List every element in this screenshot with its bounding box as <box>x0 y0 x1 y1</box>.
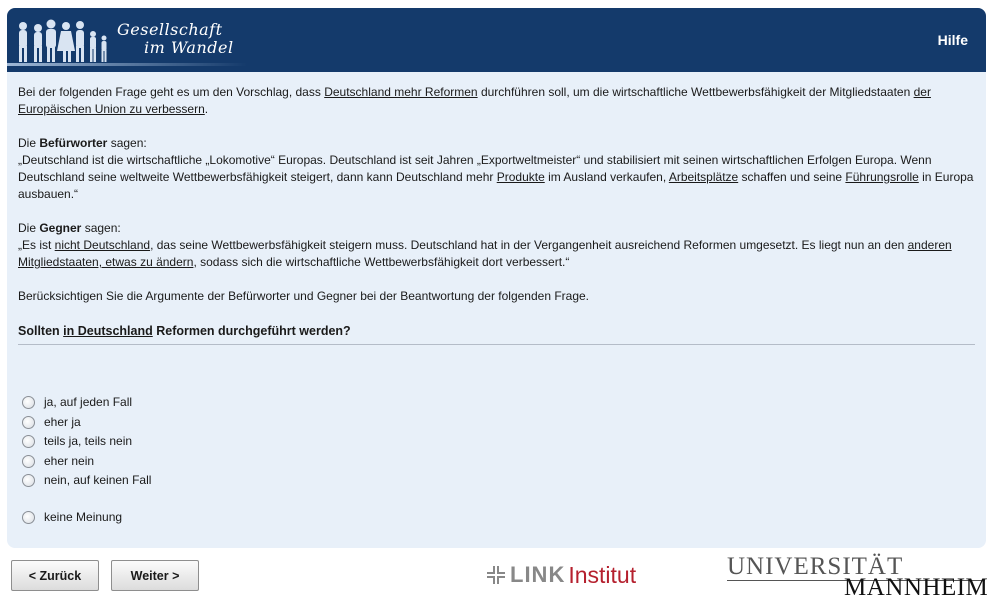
back-button[interactable]: < Zurück <box>11 560 99 591</box>
header-bar: Gesellschaft im Wandel Hilfe <box>7 8 986 72</box>
option-ja-auf-jeden-fall[interactable]: ja, auf jeden Fall <box>22 395 132 409</box>
survey-text: Bei der folgenden Frage geht es um den V… <box>18 84 976 305</box>
option-label: keine Meinung <box>44 510 123 524</box>
option-keine-meinung[interactable]: keine Meinung <box>22 510 122 524</box>
link-logo-bold: LINK <box>510 562 566 587</box>
uni-logo-line2: MANNHEIM <box>844 574 989 601</box>
question-divider <box>18 344 975 345</box>
help-link[interactable]: Hilfe <box>938 32 968 48</box>
contra-paragraph: „Es ist nicht Deutschland, das seine Wet… <box>18 238 952 269</box>
option-label: teils ja, teils nein <box>44 434 133 448</box>
logo-underline <box>7 63 247 66</box>
pro-paragraph: „Deutschland ist die wirtschaftliche „Lo… <box>18 153 974 201</box>
radio-button[interactable] <box>22 395 35 409</box>
contra-heading: Die Gegner sagen: <box>18 221 121 235</box>
radio-button[interactable] <box>22 454 35 468</box>
link-logo-institut: Institut <box>568 561 637 588</box>
option-label: nein, auf keinen Fall <box>44 473 152 487</box>
radio-button[interactable] <box>22 434 35 448</box>
link-cross-icon <box>487 566 505 584</box>
radio-button[interactable] <box>22 415 35 429</box>
instruction-text: Berücksichtigen Sie die Argumente der Be… <box>18 289 590 303</box>
gesellschaft-im-wandel-logo: Gesellschaft im Wandel <box>7 8 247 72</box>
intro-paragraph: Bei der folgenden Frage geht es um den V… <box>18 85 931 116</box>
option-eher-ja[interactable]: eher ja <box>22 415 81 429</box>
logo-title-line2: im Wandel <box>144 38 234 57</box>
option-label: ja, auf jeden Fall <box>44 395 133 409</box>
pro-heading: Die Befürworter sagen: <box>18 136 147 150</box>
option-eher-nein[interactable]: eher nein <box>22 454 94 468</box>
survey-frame: Gesellschaft im Wandel Hilfe Bei der fol… <box>7 8 986 548</box>
link-institut-logo: LINK Institut <box>486 561 637 588</box>
option-teils-ja-teils-nein[interactable]: teils ja, teils nein <box>22 434 132 448</box>
radio-button[interactable] <box>22 510 35 524</box>
question-text: Sollten in Deutschland Reformen durchgef… <box>18 324 351 338</box>
option-label: eher nein <box>44 454 95 468</box>
people-silhouettes-icon <box>19 19 107 62</box>
radio-button[interactable] <box>22 473 35 487</box>
option-nein-auf-keinen-fall[interactable]: nein, auf keinen Fall <box>22 473 151 487</box>
option-label: eher ja <box>44 415 81 429</box>
logo-title-line1: Gesellschaft <box>117 20 223 39</box>
next-button[interactable]: Weiter > <box>111 560 199 591</box>
